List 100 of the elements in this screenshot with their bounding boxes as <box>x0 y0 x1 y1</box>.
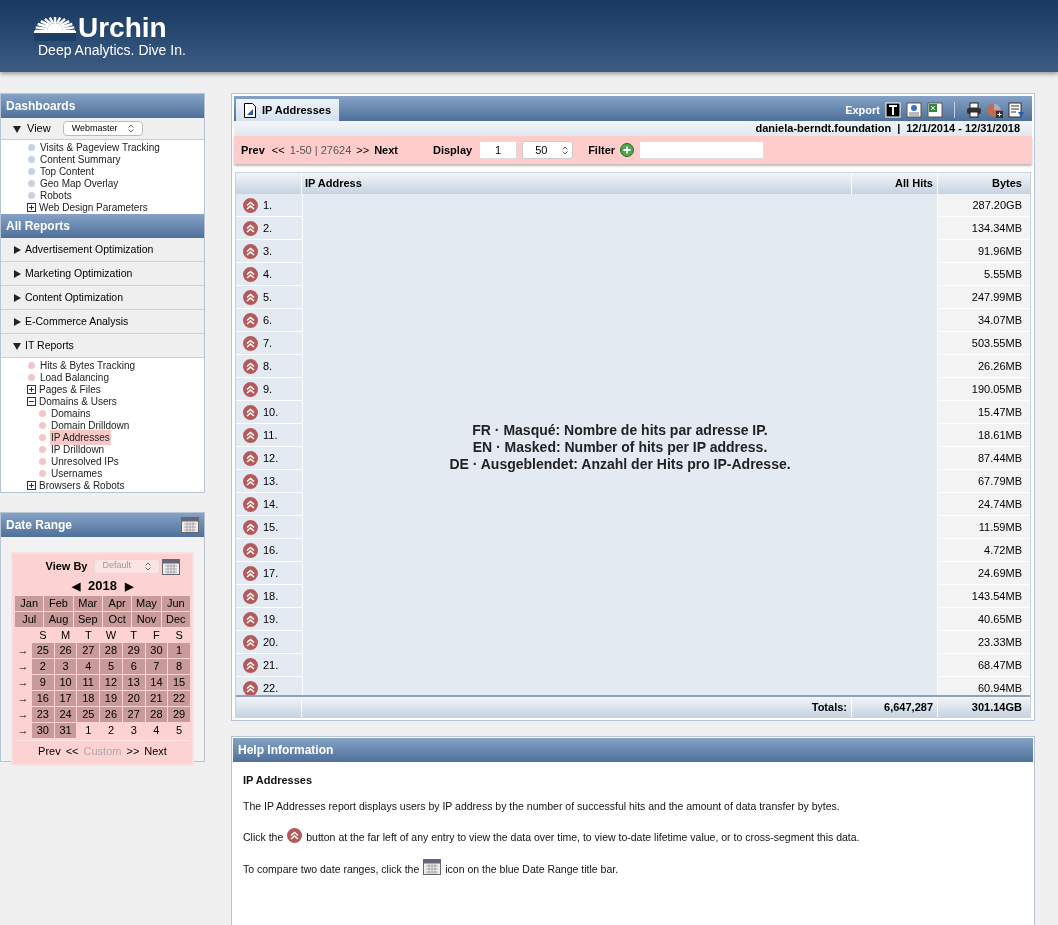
day-cell[interactable]: 9 <box>32 675 54 690</box>
month-cell[interactable]: Jan <box>15 596 44 611</box>
day-cell[interactable]: 25 <box>32 643 54 658</box>
day-cell[interactable]: 12 <box>100 675 122 690</box>
expand-button[interactable] <box>243 680 258 695</box>
expand-icon[interactable] <box>27 202 36 212</box>
report-tab[interactable]: IP Addresses <box>236 99 340 121</box>
day-cell[interactable]: 23 <box>32 707 54 722</box>
day-cell[interactable]: 17 <box>54 691 77 706</box>
expand-button[interactable] <box>243 657 258 673</box>
day-cell[interactable]: 16 <box>32 691 54 706</box>
expand-button[interactable] <box>243 381 258 397</box>
calendar-icon[interactable] <box>181 517 199 533</box>
collapse-icon[interactable] <box>27 396 36 406</box>
month-cell[interactable]: Jun <box>161 596 190 611</box>
collapsed-triangle-icon[interactable] <box>13 269 21 278</box>
day-cell[interactable]: 25 <box>77 707 100 722</box>
next-year-arrow[interactable]: ▶ <box>124 577 133 595</box>
expand-button[interactable] <box>243 266 258 282</box>
week-arrow[interactable]: → <box>15 675 31 690</box>
month-cell[interactable]: Dec <box>161 612 190 627</box>
display-start-field[interactable]: 1 <box>479 141 518 159</box>
collapsed-triangle-icon[interactable] <box>13 317 21 326</box>
expand-button[interactable] <box>243 289 258 305</box>
view-select[interactable]: Webmaster <box>62 121 143 136</box>
week-arrow[interactable]: → <box>15 691 31 706</box>
expand-button[interactable] <box>243 427 258 443</box>
tree-item[interactable]: Pages & Files <box>39 381 101 397</box>
month-cell[interactable]: Nov <box>132 612 161 627</box>
day-cell[interactable]: 29 <box>122 643 145 658</box>
day-cell[interactable]: 2 <box>32 659 54 674</box>
printer-icon[interactable] <box>966 102 982 118</box>
week-arrow[interactable]: → <box>15 659 31 674</box>
report-section[interactable]: IT Reports <box>25 337 74 354</box>
next-arrows[interactable]: >> <box>356 141 370 159</box>
expand-button[interactable] <box>243 358 258 374</box>
day-cell[interactable]: 27 <box>122 707 145 722</box>
day-cell[interactable]: 4 <box>77 659 100 674</box>
expand-button[interactable] <box>243 243 258 259</box>
month-cell[interactable]: Jul <box>15 612 44 627</box>
month-cell[interactable]: May <box>132 596 161 611</box>
collapsed-triangle-icon[interactable] <box>13 245 21 254</box>
expand-button[interactable] <box>243 197 258 213</box>
expand-button[interactable] <box>243 611 258 627</box>
week-arrow[interactable]: → <box>15 707 31 722</box>
day-cell[interactable]: 28 <box>100 643 122 658</box>
day-cell[interactable]: 13 <box>122 675 145 690</box>
expand-button[interactable] <box>243 496 258 512</box>
month-cell[interactable]: Apr <box>103 596 132 611</box>
day-cell[interactable]: 22 <box>168 691 190 706</box>
previous-link[interactable]: Prev <box>241 141 265 159</box>
day-cell[interactable]: 24 <box>54 707 77 722</box>
day-cell[interactable]: 27 <box>77 643 100 658</box>
expand-button[interactable] <box>243 220 258 236</box>
day-cell[interactable]: 26 <box>54 643 77 658</box>
text-export-icon[interactable] <box>885 102 901 118</box>
day-cell[interactable]: 8 <box>168 659 190 674</box>
day-cell[interactable]: 11 <box>77 675 100 690</box>
month-cell[interactable]: Mar <box>73 596 102 611</box>
expanded-triangle-icon[interactable] <box>13 341 21 350</box>
day-cell[interactable]: 14 <box>145 675 168 690</box>
expand-button[interactable] <box>243 542 258 558</box>
expand-button[interactable] <box>243 473 258 489</box>
pie-chart-icon[interactable] <box>987 102 1003 118</box>
month-cell[interactable]: Feb <box>44 596 73 611</box>
day-cell[interactable]: 31 <box>54 723 77 738</box>
day-cell[interactable]: 29 <box>168 707 190 722</box>
day-cell[interactable]: 7 <box>145 659 168 674</box>
day-cell[interactable]: 20 <box>122 691 145 706</box>
tree-item[interactable]: Hits & Bytes Tracking <box>39 357 137 373</box>
week-arrow[interactable]: → <box>15 723 31 738</box>
day-cell[interactable]: 5 <box>100 659 122 674</box>
next-link[interactable]: Next <box>374 141 398 159</box>
report-download-icon[interactable] <box>1008 102 1024 118</box>
day-cell[interactable]: 15 <box>168 675 190 690</box>
collapsed-triangle-icon[interactable] <box>13 293 21 302</box>
expand-button[interactable] <box>243 335 258 351</box>
expanded-triangle-icon[interactable] <box>13 124 21 133</box>
filter-field[interactable] <box>639 141 765 159</box>
spreadsheet-export-icon[interactable] <box>927 102 943 118</box>
display-count-select[interactable]: 50 <box>522 141 574 159</box>
day-cell[interactable]: 26 <box>100 707 122 722</box>
document-export-icon[interactable] <box>906 102 922 118</box>
expand-button[interactable] <box>243 588 258 604</box>
day-cell[interactable]: 1 <box>168 643 190 658</box>
expand-button[interactable] <box>243 404 258 420</box>
day-cell[interactable]: 28 <box>145 707 168 722</box>
expand-button[interactable] <box>243 450 258 466</box>
tree-item[interactable]: Visits & Pageview Tracking <box>39 139 161 155</box>
expand-button[interactable] <box>243 634 258 650</box>
week-arrow[interactable]: → <box>15 643 31 658</box>
previous-year-arrow[interactable]: ◀ <box>72 577 81 595</box>
expand-button[interactable] <box>243 565 258 581</box>
expand-icon[interactable] <box>27 384 36 394</box>
next-arrows[interactable]: >> <box>126 743 140 760</box>
expand-icon[interactable] <box>27 480 36 490</box>
column-header[interactable]: Bytes <box>938 173 1030 194</box>
day-cell[interactable]: 30 <box>32 723 54 738</box>
month-cell[interactable]: Aug <box>44 612 73 627</box>
calendar-icon[interactable] <box>162 559 180 576</box>
